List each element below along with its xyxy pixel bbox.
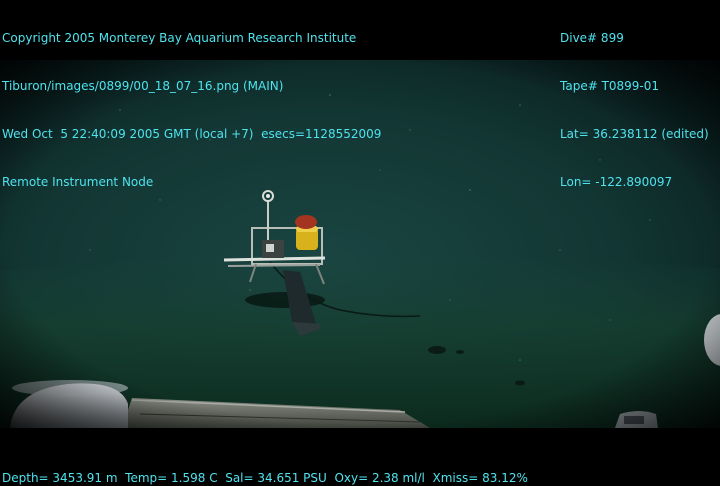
timestamp-line: Wed Oct 5 22:40:09 2005 GMT (local +7) e… [2, 127, 382, 141]
longitude: Lon= -122.890097 [560, 175, 673, 189]
overlay-metadata-left: Copyright 2005 Monterey Bay Aquarium Res… [2, 0, 381, 222]
tape-number: Tape# T0899-01 [560, 79, 660, 93]
dive-number: Dive# 899 [560, 31, 624, 45]
latitude: Lat= 36.238112 (edited) [560, 127, 709, 141]
sensor-readout: Depth= 3453.91 m Temp= 1.598 C Sal= 34.6… [2, 471, 528, 485]
rov-video-frame: Copyright 2005 Monterey Bay Aquarium Res… [0, 0, 720, 486]
image-path-line: Tiburon/images/0899/00_18_07_16.png (MAI… [2, 79, 284, 93]
subject-label: Remote Instrument Node [2, 175, 154, 189]
copyright-line: Copyright 2005 Monterey Bay Aquarium Res… [2, 31, 357, 45]
overlay-metadata-right: Dive# 899 Tape# T0899-01 Lat= 36.238112 … [560, 0, 709, 222]
